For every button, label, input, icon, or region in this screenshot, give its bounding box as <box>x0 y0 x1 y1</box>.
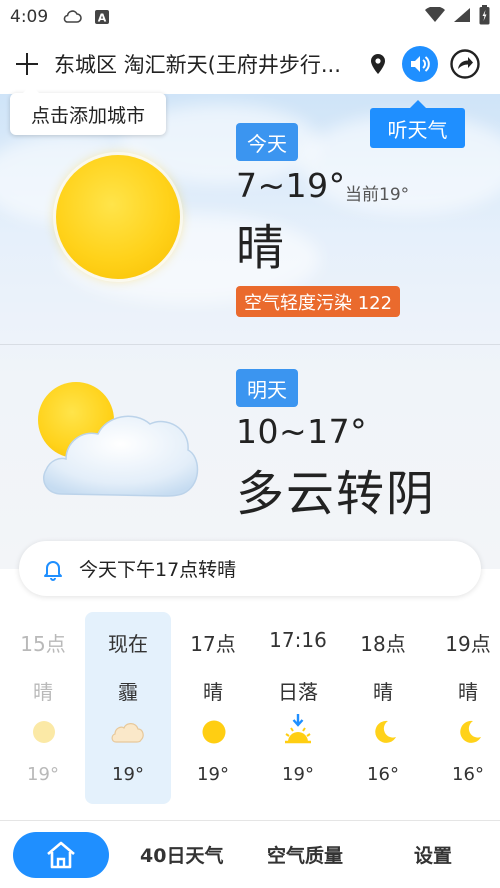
hour-time: 17:16 <box>269 628 327 652</box>
today-condition: 晴 <box>236 220 285 276</box>
battery-icon <box>479 4 490 30</box>
sun-icon <box>33 721 55 743</box>
svg-text:A: A <box>98 12 107 25</box>
weather-notice[interactable]: 今天下午17点转晴 <box>19 541 481 596</box>
section-divider <box>0 344 500 345</box>
moon-icon <box>460 720 481 743</box>
hour-time: 19点 <box>445 632 491 656</box>
hour-condition: 晴 <box>203 680 223 704</box>
nav-settings[interactable]: 设置 <box>414 841 452 868</box>
hourly-item[interactable]: 18点 晴 16° <box>340 612 426 804</box>
hourly-item[interactable]: 17:16 日落 19° <box>255 612 341 804</box>
notice-text: 今天下午17点转晴 <box>79 559 237 581</box>
hour-condition: 日落 <box>278 680 318 704</box>
hour-temp: 19° <box>27 764 59 785</box>
sun-icon <box>56 155 180 279</box>
wifi-icon <box>425 5 445 28</box>
listen-weather-tooltip[interactable]: 听天气 <box>370 100 465 148</box>
current-temp: 当前19° <box>345 185 410 205</box>
share-icon <box>450 49 480 79</box>
today-temp-range: 7~19° <box>236 166 346 205</box>
hour-temp: 16° <box>452 764 484 785</box>
hour-condition: 晴 <box>458 680 478 704</box>
tomorrow-condition: 多云转阴 <box>236 466 437 522</box>
hourly-item-now[interactable]: 现在 霾 19° <box>85 612 171 804</box>
add-city-tooltip[interactable]: 点击添加城市 <box>10 85 166 135</box>
hour-time: 15点 <box>20 632 66 656</box>
signal-icon <box>453 7 471 28</box>
status-bar: 4:09 A <box>0 0 500 34</box>
partly-cloudy-icon <box>42 415 199 497</box>
tomorrow-temp-range: 10~17° <box>236 412 368 451</box>
haze-cloud-icon <box>111 723 144 743</box>
hour-temp: 16° <box>367 764 399 785</box>
sun-icon <box>202 720 226 744</box>
hour-time: 17点 <box>190 632 236 656</box>
hour-condition: 晴 <box>33 680 53 704</box>
sunset-icon <box>285 714 311 744</box>
a-box-icon: A <box>94 9 110 25</box>
tomorrow-badge: 明天 <box>236 369 298 407</box>
bell-icon <box>44 560 62 581</box>
nav-air-quality[interactable]: 空气质量 <box>267 841 343 868</box>
nav-40-day-weather[interactable]: 40日天气 <box>140 841 223 868</box>
bottom-nav: 40日天气 空气质量 设置 <box>0 820 500 888</box>
hour-time: 现在 <box>108 632 148 656</box>
moon-icon <box>375 720 396 743</box>
hour-condition: 晴 <box>373 680 393 704</box>
location-title[interactable]: 东城区 淘汇新天(王府井步行... <box>54 49 364 79</box>
plus-icon <box>16 53 38 75</box>
speaker-icon <box>411 56 430 72</box>
top-bar: 东城区 淘汇新天(王府井步行... <box>0 34 500 94</box>
hour-time: 18点 <box>360 632 406 656</box>
today-badge: 今天 <box>236 123 298 161</box>
home-icon <box>47 841 75 869</box>
aqi-badge[interactable]: 空气轻度污染 122 <box>236 286 401 317</box>
hour-condition: 霾 <box>118 680 138 704</box>
hour-temp: 19° <box>197 764 229 785</box>
hourly-item[interactable]: 19点 晴 16° <box>425 612 500 804</box>
share-button[interactable] <box>449 48 481 80</box>
hour-temp: 19° <box>112 764 144 785</box>
location-pin-icon[interactable] <box>364 54 392 74</box>
speaker-button[interactable] <box>402 46 438 82</box>
hourly-item[interactable]: 15点 晴 19° <box>0 612 86 804</box>
home-button[interactable] <box>13 832 109 878</box>
hour-temp: 19° <box>282 764 314 785</box>
status-time: 4:09 <box>10 7 49 27</box>
hourly-item[interactable]: 17点 晴 19° <box>170 612 256 804</box>
cloud-outline-icon <box>62 9 82 25</box>
